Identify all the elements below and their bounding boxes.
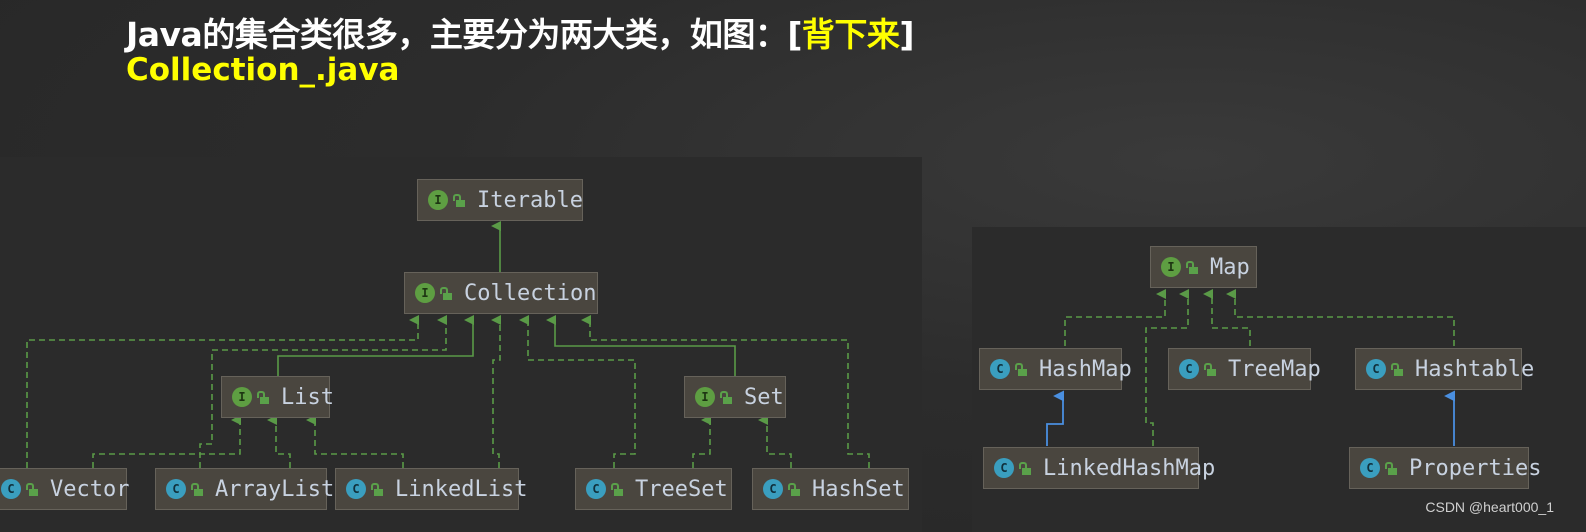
public-lock-icon [257, 390, 269, 404]
public-lock-icon [1385, 461, 1397, 475]
node-label: Properties [1409, 455, 1542, 481]
node-label: Collection [464, 280, 597, 306]
public-lock-icon [720, 390, 732, 404]
class-icon: C [1360, 458, 1380, 478]
class-icon: C [346, 479, 366, 499]
page-title: Java的集合类很多，主要分为两大类，如图：[背下来] [126, 8, 915, 56]
class-icon: C [586, 479, 606, 499]
node-label: LinkedHashMap [1043, 455, 1216, 481]
public-lock-icon [440, 286, 452, 300]
interface-icon: I [415, 283, 435, 303]
node-linkedlist[interactable]: C LinkedList [335, 468, 527, 510]
node-hashmap[interactable]: C HashMap [979, 348, 1132, 390]
class-icon: C [994, 458, 1014, 478]
node-iterable[interactable]: I Iterable [417, 179, 583, 221]
public-lock-icon [26, 482, 38, 496]
class-icon: C [1, 479, 21, 499]
node-vector[interactable]: C Vector [0, 468, 130, 510]
public-lock-icon [1186, 260, 1198, 274]
public-lock-icon [191, 482, 203, 496]
interface-icon: I [232, 387, 252, 407]
node-set[interactable]: I Set [684, 376, 786, 418]
node-label: Vector [50, 476, 130, 502]
node-label: HashMap [1039, 356, 1132, 382]
subtitle: Collection_.java [126, 52, 400, 88]
public-lock-icon [1019, 461, 1031, 475]
class-icon: C [1366, 359, 1386, 379]
node-treemap[interactable]: C TreeMap [1168, 348, 1321, 390]
node-properties[interactable]: C Properties [1349, 447, 1541, 489]
node-label: Map [1210, 254, 1250, 280]
node-arraylist[interactable]: C ArrayList [155, 468, 334, 510]
class-icon: C [763, 479, 783, 499]
node-list[interactable]: I List [221, 376, 334, 418]
node-label: List [281, 384, 334, 410]
class-icon: C [1179, 359, 1199, 379]
interface-icon: I [428, 190, 448, 210]
node-label: TreeSet [635, 476, 728, 502]
public-lock-icon [1015, 362, 1027, 376]
node-hashset[interactable]: C HashSet [752, 468, 909, 510]
public-lock-icon [371, 482, 383, 496]
title-end: ] [899, 15, 915, 54]
public-lock-icon [1204, 362, 1216, 376]
public-lock-icon [453, 193, 465, 207]
title-highlight: 背下来 [801, 15, 900, 54]
title-text: Java的集合类很多，主要分为两大类，如图：[ [126, 15, 802, 54]
public-lock-icon [788, 482, 800, 496]
interface-icon: I [695, 387, 715, 407]
class-icon: C [990, 359, 1010, 379]
node-label: TreeMap [1228, 356, 1321, 382]
node-map[interactable]: I Map [1150, 246, 1257, 288]
node-label: Hashtable [1415, 356, 1535, 382]
node-hashtable[interactable]: C Hashtable [1355, 348, 1534, 390]
node-treeset[interactable]: C TreeSet [575, 468, 732, 510]
public-lock-icon [1391, 362, 1403, 376]
node-label: ArrayList [215, 476, 335, 502]
watermark: CSDN @heart000_1 [1425, 499, 1554, 515]
node-collection[interactable]: I Collection [404, 272, 598, 314]
node-label: Iterable [477, 187, 583, 213]
interface-icon: I [1161, 257, 1181, 277]
node-label: LinkedList [395, 476, 528, 502]
public-lock-icon [611, 482, 623, 496]
node-label: HashSet [812, 476, 905, 502]
node-label: Set [744, 384, 784, 410]
node-linkedhashmap[interactable]: C LinkedHashMap [983, 447, 1215, 489]
class-icon: C [166, 479, 186, 499]
